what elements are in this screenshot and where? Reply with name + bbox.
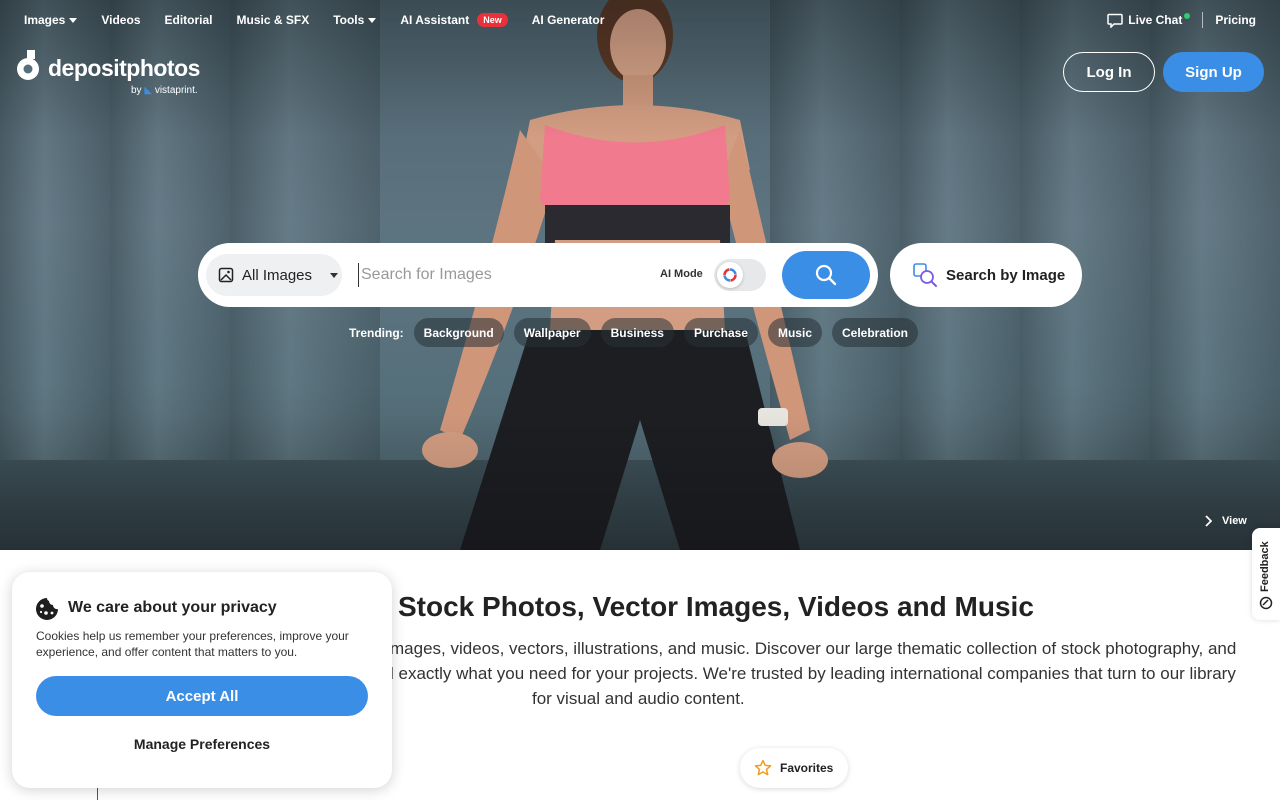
nav-ai-generator[interactable]: AI Generator bbox=[532, 13, 605, 27]
cookie-consent-dialog: We care about your privacy Cookies help … bbox=[12, 572, 392, 788]
description-line: mages, videos, vectors, illustrations, a… bbox=[390, 639, 1237, 658]
chevron-down-icon bbox=[330, 272, 339, 278]
nav-ai-assistant[interactable]: AI Assistant New bbox=[400, 13, 508, 27]
new-badge: New bbox=[477, 13, 508, 27]
nav-images[interactable]: Images bbox=[24, 13, 78, 27]
cookie-text: Cookies help us remember your preference… bbox=[36, 629, 349, 659]
depositphotos-logo-icon bbox=[17, 50, 39, 80]
description-line: for visual and audio content. bbox=[532, 689, 745, 708]
search-icon bbox=[815, 264, 837, 286]
decorative-illustration bbox=[97, 788, 157, 800]
trending-chip-celebration[interactable]: Celebration bbox=[832, 318, 919, 347]
trending-chip-purchase[interactable]: Purchase bbox=[683, 318, 758, 347]
logo-wordmark: depositphotos bbox=[48, 55, 200, 81]
feedback-label: Feedback bbox=[1259, 541, 1271, 592]
category-select[interactable]: All Images bbox=[206, 254, 342, 296]
signup-button[interactable]: Sign Up bbox=[1163, 52, 1264, 92]
trending-tags: Trending: Background Wallpaper Business … bbox=[349, 318, 928, 347]
page-headline: Stock Photos, Vector Images, Videos and … bbox=[398, 591, 1034, 622]
star-icon bbox=[754, 759, 772, 776]
favorites-button[interactable]: Favorites bbox=[740, 748, 848, 788]
top-navigation: Images Videos Editorial Music & SFX Tool… bbox=[24, 13, 628, 27]
login-button[interactable]: Log In bbox=[1063, 52, 1155, 92]
nav-music-sfx[interactable]: Music & SFX bbox=[237, 13, 310, 27]
chevron-down-icon bbox=[368, 17, 377, 23]
trending-chip-music[interactable]: Music bbox=[767, 318, 822, 347]
nav-editorial[interactable]: Editorial bbox=[165, 13, 213, 27]
search-input[interactable] bbox=[358, 263, 638, 287]
chevron-right-icon bbox=[1205, 515, 1212, 527]
logo-byline: by ◣ vistaprint. bbox=[131, 85, 198, 96]
feedback-tab[interactable]: Feedback bbox=[1252, 528, 1280, 620]
search-button[interactable] bbox=[782, 251, 870, 299]
page-description: mages, videos, vectors, illustrations, a… bbox=[390, 636, 1254, 711]
pricing-link[interactable]: Pricing bbox=[1215, 13, 1256, 27]
trending-chip-business[interactable]: Business bbox=[600, 318, 674, 347]
search-by-image-button[interactable]: Search by Image bbox=[890, 243, 1082, 307]
cookie-icon bbox=[36, 598, 58, 620]
hero-view-link[interactable]: View bbox=[1204, 515, 1247, 527]
accept-all-button[interactable]: Accept All bbox=[36, 676, 368, 716]
search-bar: All Images AI Mode bbox=[198, 243, 878, 307]
online-status-dot bbox=[1184, 12, 1191, 19]
cookie-title: We care about your privacy bbox=[68, 599, 277, 616]
chevron-down-icon bbox=[69, 17, 78, 23]
site-logo[interactable]: depositphotos by ◣ vistaprint. bbox=[16, 50, 200, 96]
image-search-icon bbox=[913, 263, 937, 287]
search-by-image-label: Search by Image bbox=[946, 266, 1066, 284]
trending-label: Trending: bbox=[349, 325, 404, 340]
manage-preferences-button[interactable]: Manage Preferences bbox=[36, 728, 368, 760]
nav-divider bbox=[1202, 12, 1204, 28]
nav-tools[interactable]: Tools bbox=[333, 13, 377, 27]
trending-chip-background[interactable]: Background bbox=[413, 318, 504, 347]
nav-videos[interactable]: Videos bbox=[101, 13, 140, 27]
description-line: l exactly what you need for your project… bbox=[390, 664, 1236, 683]
ai-mode-toggle[interactable] bbox=[714, 259, 766, 291]
top-right-navigation: Live Chat Pricing bbox=[1107, 12, 1256, 28]
feedback-icon bbox=[1259, 596, 1273, 610]
image-icon bbox=[218, 267, 234, 283]
live-chat-link[interactable]: Live Chat bbox=[1107, 12, 1194, 28]
ai-mode-label: AI Mode bbox=[660, 268, 703, 280]
ai-sparkle-icon bbox=[723, 268, 737, 282]
ai-toggle-knob bbox=[717, 262, 743, 288]
vistaprint-wordmark: vistaprint. bbox=[154, 85, 198, 96]
trending-chip-wallpaper[interactable]: Wallpaper bbox=[513, 318, 591, 347]
chat-bubble-icon bbox=[1107, 13, 1124, 28]
category-select-label: All Images bbox=[242, 266, 313, 284]
